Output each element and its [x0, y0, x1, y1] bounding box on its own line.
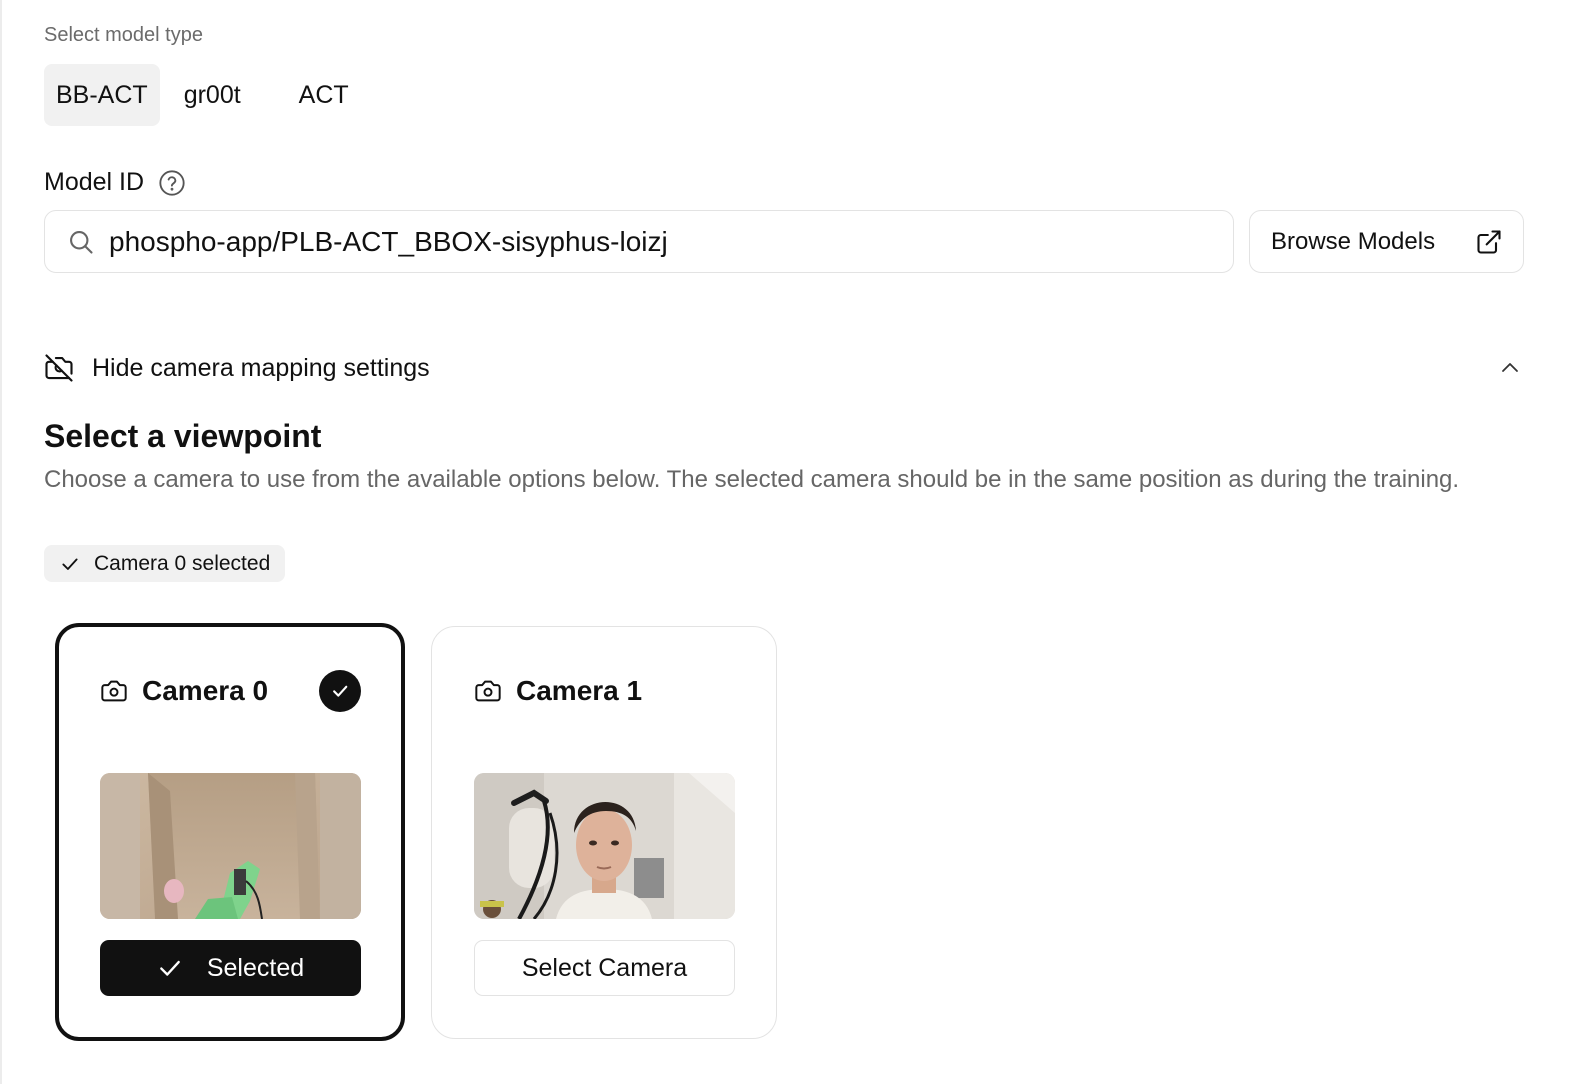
- camera-preview-image: [474, 773, 735, 919]
- camera-card-1[interactable]: Camera 1 Select Camera: [431, 626, 777, 1039]
- external-link-icon: [1475, 228, 1503, 256]
- browse-models-label: Browse Models: [1271, 227, 1436, 255]
- camera-card-title: Camera 0: [142, 675, 269, 706]
- model-id-label: Model ID: [44, 168, 145, 196]
- check-icon: [157, 955, 183, 981]
- camera-selected-button-label: Selected: [206, 953, 305, 982]
- search-icon: [67, 228, 95, 256]
- select-camera-button-label: Select Camera: [521, 953, 688, 982]
- model-type-option-bb-act[interactable]: BB-ACT: [44, 64, 160, 126]
- selected-check-icon: [319, 670, 361, 712]
- model-type-selector: BB-ACT gr00t ACT: [44, 64, 361, 126]
- camera-selected-button[interactable]: Selected: [100, 940, 361, 996]
- model-type-option-act[interactable]: ACT: [287, 64, 361, 126]
- browse-models-button[interactable]: Browse Models: [1249, 210, 1524, 273]
- chevron-up-icon[interactable]: [1498, 356, 1522, 380]
- model-id-input[interactable]: [109, 225, 1189, 258]
- model-type-option-gr00t[interactable]: gr00t: [172, 64, 253, 126]
- viewpoint-title: Select a viewpoint: [44, 418, 322, 454]
- camera-mapping-toggle[interactable]: Hide camera mapping settings: [44, 348, 1524, 388]
- check-icon: [60, 554, 80, 574]
- select-camera-button[interactable]: Select Camera: [474, 940, 735, 996]
- camera-card-title: Camera 1: [516, 675, 643, 706]
- camera-selected-badge: Camera 0 selected: [44, 545, 286, 582]
- camera-mapping-toggle-label: Hide camera mapping settings: [92, 353, 430, 382]
- camera-off-icon: [44, 353, 74, 383]
- camera-icon: [474, 677, 502, 705]
- viewpoint-description: Choose a camera to use from the availabl…: [44, 466, 1460, 493]
- model-id-search-box: [44, 210, 1234, 273]
- help-icon[interactable]: [158, 169, 186, 197]
- camera-icon: [100, 677, 128, 705]
- model-type-label: Select model type: [44, 24, 203, 46]
- camera-selected-badge-text: Camera 0 selected: [94, 551, 271, 575]
- camera-card-0[interactable]: Camera 0 Selected: [55, 623, 405, 1041]
- camera-preview-image: [100, 773, 361, 919]
- left-divider: [0, 0, 2, 1084]
- model-id-label-row: Model ID: [44, 168, 186, 197]
- camera-card-header: Camera 0: [100, 675, 268, 707]
- camera-card-header: Camera 1: [474, 675, 642, 707]
